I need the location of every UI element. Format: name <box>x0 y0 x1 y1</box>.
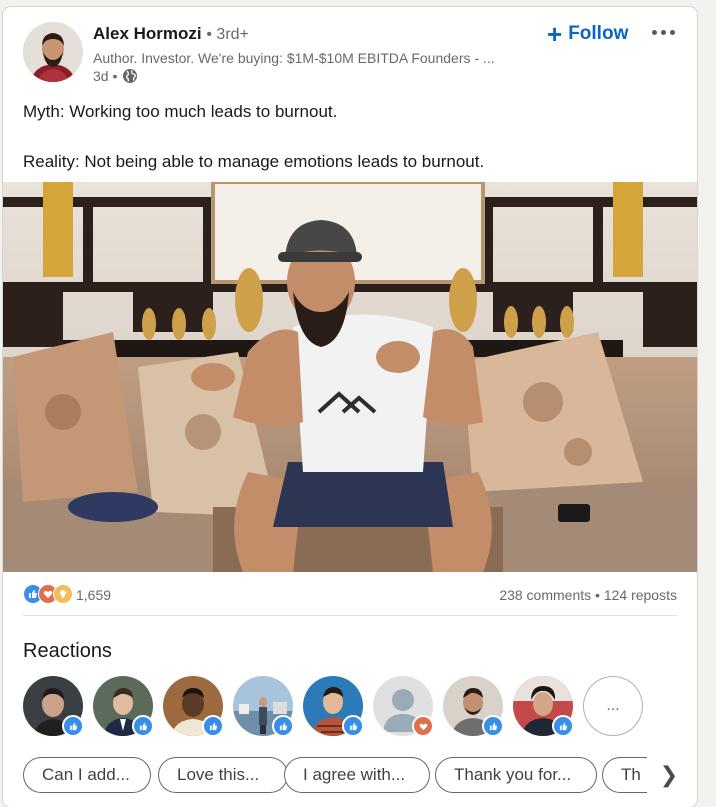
reposts-count[interactable]: 124 reposts <box>604 587 677 603</box>
suggestion-chip[interactable]: Love this... <box>158 757 288 793</box>
plus-icon: + <box>547 19 563 49</box>
author-avatar[interactable] <box>23 22 83 82</box>
love-badge-icon <box>412 715 434 737</box>
post-header: Alex Hormozi • 3rd+ Author. Investor. We… <box>3 7 697 92</box>
comment-suggestions: Can I add... Love this... I agree with..… <box>23 757 697 797</box>
suggestion-chip[interactable]: I agree with... <box>284 757 430 793</box>
globe-icon <box>123 69 138 83</box>
like-badge-icon <box>482 715 504 737</box>
ellipsis-dot <box>669 29 675 35</box>
video-thumbnail <box>3 182 697 572</box>
author-name-line[interactable]: Alex Hormozi • 3rd+ <box>93 24 249 44</box>
reactor-avatar[interactable] <box>233 676 294 737</box>
more-reactors-button[interactable]: ... <box>583 676 643 736</box>
reactions-heading: Reactions <box>23 640 112 662</box>
ellipsis-dot <box>660 29 666 35</box>
feed-post-card: Alex Hormozi • 3rd+ Author. Investor. We… <box>3 7 697 807</box>
post-body: Myth: Working too much leads to burnout.… <box>23 99 673 174</box>
divider <box>23 615 677 616</box>
author-headline: Author. Investor. We're buying: $1M-$10M… <box>93 50 495 66</box>
comments-count[interactable]: 238 comments <box>499 587 591 603</box>
author-name[interactable]: Alex Hormozi <box>93 24 202 43</box>
follow-label: Follow <box>568 23 629 44</box>
post-line: Myth: Working too much leads to burnout. <box>23 102 338 121</box>
like-badge-icon <box>272 715 294 737</box>
like-badge-icon <box>202 715 224 737</box>
reactions-summary[interactable] <box>23 584 73 604</box>
reactor-avatar[interactable] <box>303 676 364 737</box>
social-counts: 1,659 238 comments • 124 reposts <box>3 581 697 611</box>
reactor-avatar[interactable] <box>23 676 84 737</box>
reactor-avatar[interactable] <box>513 676 574 737</box>
suggestion-chip[interactable]: Thank you for... <box>435 757 597 793</box>
insightful-icon <box>53 584 73 604</box>
suggestion-chip[interactable]: Can I add... <box>23 757 151 793</box>
connection-degree: • 3rd+ <box>206 26 249 43</box>
comments-reposts: 238 comments • 124 reposts <box>499 587 677 603</box>
reactor-avatar[interactable] <box>373 676 434 737</box>
post-meta: 3d • <box>93 68 138 84</box>
reactor-avatar[interactable] <box>93 676 154 737</box>
reactor-avatar[interactable] <box>163 676 224 737</box>
like-badge-icon <box>552 715 574 737</box>
post-line: Reality: Not being able to manage emotio… <box>23 152 485 171</box>
follow-button[interactable]: + Follow <box>541 19 634 49</box>
ellipsis-dot <box>651 29 657 35</box>
post-video[interactable] <box>3 182 697 572</box>
more-reactors-label: ... <box>606 697 620 714</box>
like-badge-icon <box>62 715 84 737</box>
like-badge-icon <box>132 715 154 737</box>
chevron-right-icon[interactable]: ❯ <box>647 757 691 793</box>
post-time: 3d • <box>93 68 118 84</box>
like-badge-icon <box>342 715 364 737</box>
reactions-count[interactable]: 1,659 <box>76 587 111 603</box>
reactor-avatar[interactable] <box>443 676 504 737</box>
more-options-button[interactable] <box>643 17 683 47</box>
author-avatar-image <box>23 22 83 82</box>
separator-dot: • <box>595 587 600 603</box>
